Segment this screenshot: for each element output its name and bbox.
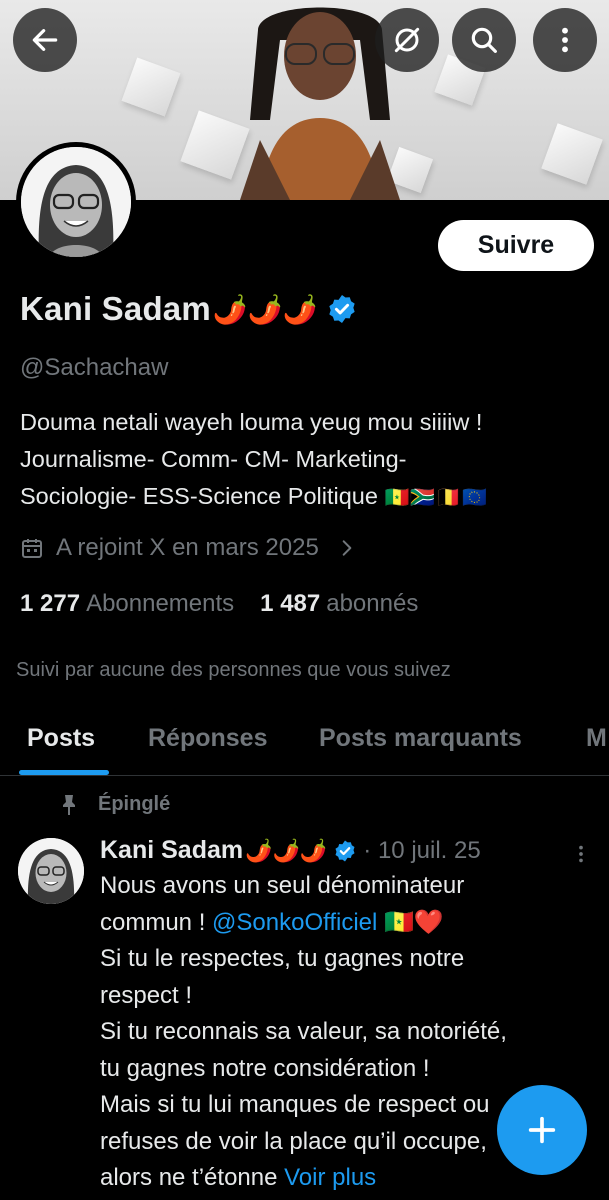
following-count: 1 277 bbox=[20, 590, 81, 617]
profile-stats: 1 277 Abonnements 1 487 abonnés bbox=[20, 590, 444, 618]
follow-button[interactable]: Suivre bbox=[438, 220, 594, 271]
more-button[interactable] bbox=[533, 8, 597, 72]
more-vertical-icon bbox=[562, 27, 568, 53]
profile-tabs: Posts Réponses Posts marquants M bbox=[0, 712, 609, 776]
following-link[interactable]: 1 277 Abonnements bbox=[20, 590, 234, 618]
avatar-image bbox=[21, 147, 131, 257]
post-author-name[interactable]: Kani Sadam bbox=[100, 836, 243, 865]
bio-line: Douma netali wayeh louma yeug mou siiiiw… bbox=[20, 409, 483, 435]
bio-flags: 🇸🇳🇿🇦🇧🇪🇪🇺 bbox=[384, 487, 489, 509]
post-line: Nous avons un seul dénominateur bbox=[100, 872, 465, 899]
active-tab-indicator bbox=[19, 770, 109, 775]
followers-count: 1 487 bbox=[260, 590, 321, 617]
bio-line: Sociologie- ESS-Science Politique 🇸🇳🇿🇦🇧🇪… bbox=[20, 478, 600, 517]
chevron-right-icon bbox=[342, 540, 352, 556]
profile-name-row: Kani Sadam 🌶️🌶️🌶️ bbox=[20, 290, 358, 328]
avatar-image bbox=[18, 838, 84, 904]
followers-link[interactable]: 1 487 abonnés bbox=[260, 590, 418, 618]
post-more-icon[interactable] bbox=[570, 843, 592, 865]
plus-icon bbox=[528, 1116, 556, 1144]
followers-label: abonnés bbox=[326, 590, 419, 617]
post-avatar[interactable] bbox=[18, 838, 84, 904]
post-mention-link[interactable]: @SonkoOfficiel bbox=[212, 909, 377, 936]
post-line-emoji: 🇸🇳❤️ bbox=[377, 908, 444, 936]
bio-line-text: Sociologie- ESS-Science Politique bbox=[20, 483, 378, 509]
show-more-link[interactable]: Voir plus bbox=[284, 1164, 376, 1191]
back-button[interactable] bbox=[13, 8, 77, 72]
post-line: tu gagnes notre considération ! bbox=[100, 1054, 430, 1082]
verified-badge-icon[interactable] bbox=[333, 839, 357, 863]
followed-by-text: Suivi par aucune des personnes que vous … bbox=[16, 659, 451, 681]
tab-posts[interactable]: Posts bbox=[27, 724, 95, 753]
profile-name: Kani Sadam bbox=[20, 290, 211, 327]
profile-avatar[interactable] bbox=[16, 142, 136, 262]
post-date[interactable]: · 10 juil. 25 bbox=[363, 837, 480, 865]
tab-replies[interactable]: Réponses bbox=[148, 724, 267, 753]
calendar-icon bbox=[22, 539, 42, 558]
post-header: Kani Sadam 🌶️🌶️🌶️ · 10 juil. 25 bbox=[100, 836, 600, 865]
post-author-emoji: 🌶️🌶️🌶️ bbox=[245, 837, 328, 863]
post-line: commun ! @SonkoOfficiel 🇸🇳❤️ bbox=[100, 905, 600, 942]
pinned-label: Épinglé bbox=[98, 793, 171, 815]
profile-bio: Douma netali wayeh louma yeug mou siiiiw… bbox=[20, 404, 600, 517]
pin-icon bbox=[63, 794, 75, 815]
pinned-indicator: Épinglé bbox=[60, 793, 170, 816]
post-line: respect ! bbox=[100, 981, 193, 1009]
search-button[interactable] bbox=[452, 8, 516, 72]
bio-line: Journalisme- Comm- CM- Marketing- bbox=[20, 446, 407, 472]
join-date-text: A rejoint X en mars 2025 bbox=[56, 534, 319, 561]
compose-button[interactable] bbox=[497, 1085, 587, 1175]
tab-highlights[interactable]: Posts marquants bbox=[319, 724, 522, 753]
arrow-left-icon bbox=[32, 29, 58, 51]
post-line: Si tu reconnais sa valeur, sa notoriété, bbox=[100, 1018, 507, 1045]
post-line-text: commun ! bbox=[100, 908, 213, 936]
profile-handle: @Sachachaw bbox=[20, 354, 169, 381]
verified-badge-icon[interactable] bbox=[326, 293, 358, 325]
search-icon bbox=[471, 27, 497, 53]
post-line-text: alors ne t’étonne bbox=[100, 1164, 285, 1191]
name-emoji: 🌶️🌶️🌶️ bbox=[212, 293, 318, 325]
mute-button[interactable] bbox=[375, 8, 439, 72]
following-label: Abonnements bbox=[86, 590, 235, 617]
join-date[interactable]: A rejoint X en mars 2025 bbox=[20, 534, 357, 562]
post-line: Si tu le respectes, tu gagnes notre bbox=[100, 945, 465, 972]
rss-off-icon bbox=[394, 27, 420, 53]
tab-media[interactable]: M bbox=[586, 724, 607, 753]
